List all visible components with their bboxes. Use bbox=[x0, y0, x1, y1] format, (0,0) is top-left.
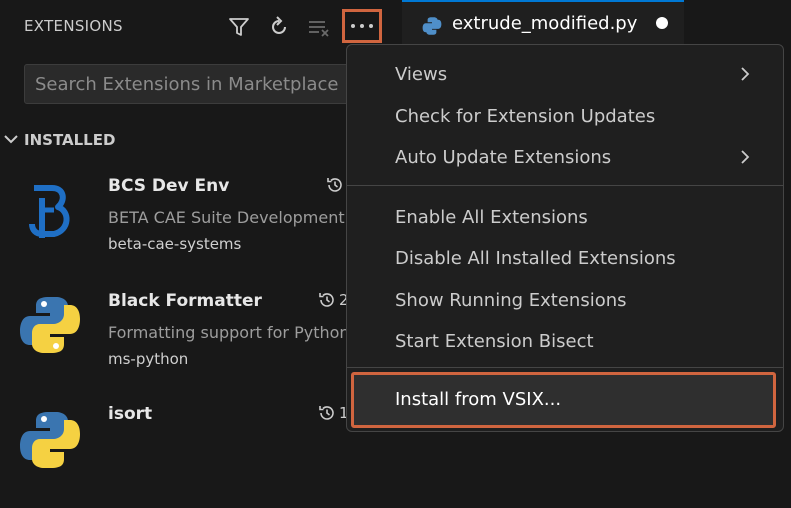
extension-publisher: beta-cae-systems bbox=[108, 235, 242, 253]
python-logo-icon bbox=[18, 293, 82, 357]
menu-item-label: Start Extension Bisect bbox=[395, 331, 594, 352]
extension-name: isort bbox=[108, 404, 153, 424]
clear-list-icon[interactable] bbox=[306, 14, 332, 40]
chevron-down-icon bbox=[2, 130, 20, 152]
menu-item-label: Disable All Installed Extensions bbox=[395, 248, 676, 269]
history-indicator bbox=[326, 176, 347, 194]
more-actions-button[interactable] bbox=[342, 9, 382, 43]
more-actions-menu: Views Check for Extension Updates Auto U… bbox=[346, 44, 784, 432]
tab-label: extrude_modified.py bbox=[452, 13, 638, 34]
sidebar-title-bar: EXTENSIONS bbox=[0, 0, 400, 56]
sidebar-title: EXTENSIONS bbox=[24, 17, 123, 35]
history-indicator: 1 bbox=[318, 404, 349, 422]
filter-icon[interactable] bbox=[226, 14, 252, 40]
menu-item-install-vsix[interactable]: Install from VSIX... bbox=[351, 372, 776, 428]
menu-item-label: Views bbox=[395, 64, 448, 85]
ellipsis-icon bbox=[351, 24, 373, 28]
chevron-right-icon bbox=[739, 66, 751, 86]
extension-name: Black Formatter bbox=[108, 291, 262, 311]
extension-name: BCS Dev Env bbox=[108, 176, 230, 196]
refresh-icon[interactable] bbox=[266, 14, 292, 40]
menu-item-check-updates[interactable]: Check for Extension Updates bbox=[347, 97, 783, 135]
menu-item-auto-update[interactable]: Auto Update Extensions bbox=[347, 138, 783, 176]
installed-section-header[interactable]: INSTALLED bbox=[0, 128, 400, 154]
extensions-sidebar: EXTENSIONS INSTALLED BCS D bbox=[0, 0, 404, 468]
chevron-right-icon bbox=[739, 149, 751, 169]
menu-item-show-running[interactable]: Show Running Extensions bbox=[347, 281, 783, 319]
menu-item-enable-all[interactable]: Enable All Extensions bbox=[347, 198, 783, 236]
python-file-icon bbox=[422, 16, 442, 40]
menu-separator bbox=[347, 185, 783, 186]
history-icon bbox=[319, 293, 334, 307]
menu-item-label: Check for Extension Updates bbox=[395, 106, 656, 127]
extension-item[interactable]: Black Formatter Formatting support for P… bbox=[0, 283, 400, 393]
extension-description: Formatting support for Python bbox=[108, 323, 348, 342]
extension-description: BETA CAE Suite Development bbox=[108, 208, 345, 227]
extension-item[interactable]: isort 1 bbox=[0, 398, 400, 508]
menu-item-label: Show Running Extensions bbox=[395, 290, 627, 311]
menu-item-disable-all[interactable]: Disable All Installed Extensions bbox=[347, 239, 783, 277]
editor-tab[interactable]: extrude_modified.py bbox=[402, 0, 684, 46]
menu-separator bbox=[347, 367, 783, 368]
history-icon bbox=[319, 406, 334, 420]
python-logo-icon bbox=[18, 408, 82, 472]
menu-item-label: Enable All Extensions bbox=[395, 207, 588, 228]
menu-item-label: Auto Update Extensions bbox=[395, 147, 612, 168]
history-icon bbox=[327, 178, 342, 192]
extension-item[interactable]: BCS Dev Env BETA CAE Suite Development b… bbox=[0, 168, 400, 278]
history-indicator: 2 bbox=[318, 291, 349, 309]
bcs-logo-icon bbox=[18, 180, 82, 244]
section-label: INSTALLED bbox=[24, 131, 116, 149]
menu-item-label: Install from VSIX... bbox=[395, 389, 562, 410]
menu-item-bisect[interactable]: Start Extension Bisect bbox=[347, 322, 783, 360]
extension-publisher: ms-python bbox=[108, 350, 189, 368]
unsaved-dot-icon[interactable] bbox=[656, 17, 668, 29]
menu-item-views[interactable]: Views bbox=[347, 55, 783, 93]
